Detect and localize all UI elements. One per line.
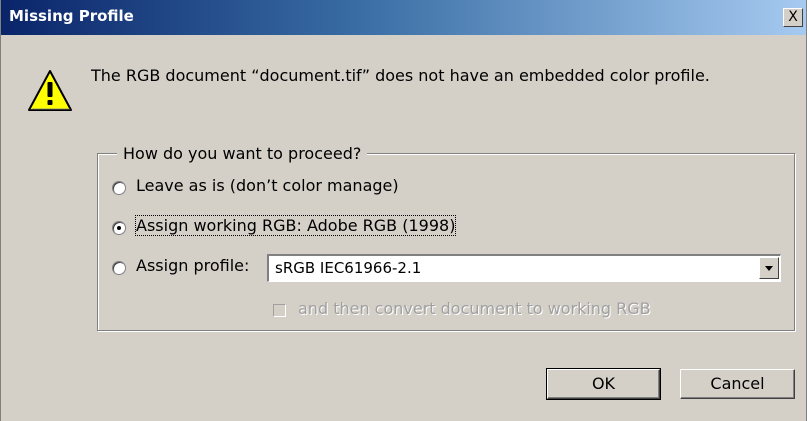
profile-select-value: sRGB IEC61966-2.1 [275, 259, 422, 277]
radio-assign-profile-label[interactable]: Assign profile: [136, 256, 249, 275]
radio-selected-dot [117, 226, 121, 230]
radio-assign-working-rgb-label[interactable]: Assign working RGB: Adobe RGB (1998) [134, 215, 457, 236]
window-title: Missing Profile [9, 7, 134, 25]
convert-checkbox-label: and then convert document to working RGB [298, 299, 651, 318]
proceed-group-label: How do you want to proceed? [117, 144, 368, 163]
message-text: The RGB document “document.tif” does not… [91, 66, 710, 85]
radio-assign-profile[interactable] [112, 261, 126, 275]
close-icon: X [788, 9, 798, 25]
profile-dropdown-button[interactable] [759, 257, 779, 279]
ok-button[interactable]: OK [546, 368, 661, 400]
radio-leave-as-is[interactable] [112, 181, 126, 195]
chevron-down-icon [765, 266, 773, 271]
radio-assign-working-rgb[interactable] [112, 221, 126, 235]
convert-checkbox[interactable] [273, 304, 286, 317]
close-button[interactable]: X [783, 8, 803, 27]
cancel-button[interactable]: Cancel [680, 369, 795, 399]
missing-profile-dialog: Missing Profile X The RGB document “docu… [0, 0, 807, 421]
profile-select[interactable]: sRGB IEC61966-2.1 [267, 254, 781, 282]
title-bar[interactable]: Missing Profile X [1, 0, 806, 35]
warning-icon [28, 70, 72, 111]
radio-leave-as-is-label[interactable]: Leave as is (don’t color manage) [136, 176, 399, 195]
